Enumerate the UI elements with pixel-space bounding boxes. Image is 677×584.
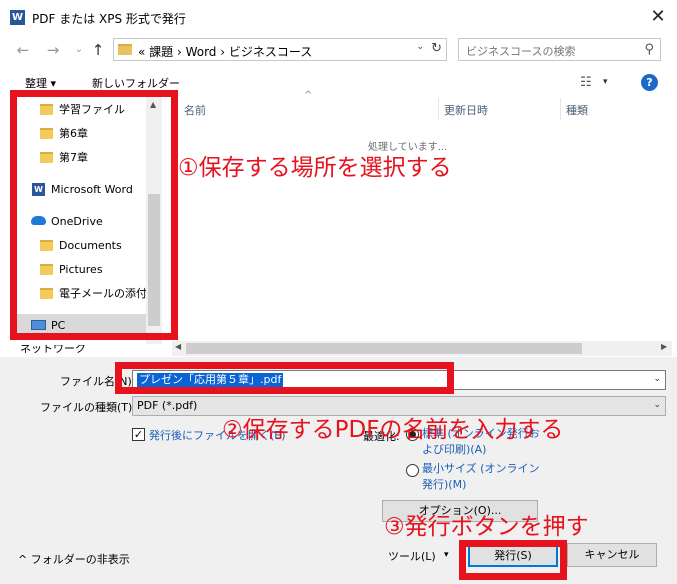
tree-item-label: PC — [51, 319, 66, 332]
view-options-icon[interactable]: ☷ — [580, 75, 592, 90]
tree-item-label: Documents — [59, 239, 122, 252]
scroll-left-icon[interactable]: ◀ — [175, 342, 181, 351]
hide-folders-toggle[interactable]: ^ フォルダーの非表示 — [18, 551, 130, 567]
cancel-button[interactable]: キャンセル — [567, 543, 657, 567]
chevron-down-icon[interactable]: ⌄ — [653, 374, 661, 384]
tree-item-network[interactable]: ネットワーク — [20, 345, 170, 357]
search-placeholder: ビジネスコースの検索 — [466, 45, 576, 58]
tree-item-chapter-6[interactable]: 第6章 — [16, 122, 146, 146]
folder-icon — [40, 264, 53, 275]
folder-icon — [40, 288, 53, 299]
tree-item-email-attachments[interactable]: 電子メールの添付フ — [16, 282, 158, 306]
tree-item-label: Pictures — [59, 263, 103, 276]
file-list[interactable]: ^ 名前 更新日時 種類 処理しています... — [172, 90, 672, 356]
folder-icon — [40, 240, 53, 251]
filetype-value: PDF (*.pdf) — [137, 399, 198, 412]
help-icon[interactable]: ? — [641, 74, 658, 91]
column-divider[interactable] — [438, 98, 439, 120]
new-folder-button[interactable]: 新しいフォルダー — [92, 75, 180, 91]
column-divider[interactable] — [560, 98, 561, 120]
tree-item-label: 学習ファイル — [59, 103, 125, 116]
address-bar[interactable]: « 課題 › Word › ビジネスコース ⌄ ↻ — [113, 38, 447, 61]
open-after-publish-checkbox[interactable]: ✓ — [132, 428, 145, 441]
tree-item-label: 第6章 — [59, 127, 88, 140]
refresh-icon[interactable]: ↻ — [431, 41, 442, 56]
sort-ascending-icon: ^ — [304, 90, 313, 101]
up-arrow-icon[interactable]: ↑ — [89, 40, 107, 60]
tree-item-chapter-7[interactable]: 第7章 — [16, 146, 146, 170]
chevron-down-icon[interactable]: ⌄ — [416, 42, 424, 52]
tree-scrollbar[interactable]: ▲ ▼ — [146, 96, 162, 344]
tree-item-pc[interactable]: PC — [16, 314, 146, 338]
optimize-minimum-label[interactable]: 最小サイズ (オンライン発行)(M) — [422, 461, 548, 493]
scroll-up-icon[interactable]: ▲ — [150, 100, 156, 109]
optimize-minimum-radio[interactable] — [406, 464, 419, 477]
toolbar: 整理 ▾ 新しいフォルダー ☷ ▾ — [0, 70, 677, 96]
column-header-modified[interactable]: 更新日時 — [444, 102, 488, 118]
back-arrow-icon[interactable]: ← — [14, 40, 32, 60]
tools-menu[interactable]: ツール(L) — [388, 548, 436, 564]
folder-icon — [40, 152, 53, 163]
tree-item-documents[interactable]: Documents — [16, 234, 146, 258]
breadcrumb[interactable]: « 課題 › Word › ビジネスコース — [138, 43, 312, 60]
tree-item-label: ネットワーク — [20, 345, 86, 355]
tree-item-onedrive[interactable]: OneDrive — [16, 210, 146, 234]
onedrive-cloud-icon — [31, 216, 46, 225]
tree-item-label: 第7章 — [59, 151, 88, 164]
word-app-icon: W — [10, 10, 25, 25]
scroll-down-icon[interactable]: ▼ — [150, 332, 156, 341]
pc-icon — [31, 320, 46, 330]
annotation-step-3: ③発行ボタンを押す — [384, 514, 589, 540]
scrollbar-thumb[interactable] — [148, 194, 160, 326]
recent-locations-icon[interactable]: ⌄ — [70, 40, 88, 60]
chevron-down-icon[interactable]: ▾ — [444, 550, 449, 560]
filetype-label: ファイルの種類(T): — [40, 401, 137, 414]
filename-label: ファイル名(N): — [60, 375, 136, 388]
filename-value[interactable]: プレゼン「応用第５章」.pdf — [137, 373, 284, 387]
scrollbar-thumb[interactable] — [186, 343, 582, 354]
file-list-hscrollbar[interactable]: ◀ ▶ — [172, 341, 672, 356]
tree-item-microsoft-word[interactable]: W Microsoft Word — [16, 178, 146, 202]
tree-item-pictures[interactable]: Pictures — [16, 258, 146, 282]
folder-icon — [40, 104, 53, 115]
filename-field[interactable]: プレゼン「応用第５章」.pdf ⌄ — [132, 370, 666, 390]
search-input[interactable]: ビジネスコースの検索 ⚲ — [458, 38, 661, 61]
folder-icon — [118, 44, 132, 55]
chevron-down-icon[interactable]: ▾ — [603, 77, 608, 87]
column-header-type[interactable]: 種類 — [566, 102, 588, 118]
organize-menu[interactable]: 整理 ▾ — [25, 75, 56, 91]
tree-item-label: 電子メールの添付フ — [59, 287, 158, 300]
title-bar: W PDF または XPS 形式で発行 ✕ — [0, 0, 677, 34]
publish-button[interactable]: 発行(S) — [468, 543, 558, 567]
annotation-step-1: ①保存する場所を選択する — [178, 155, 452, 181]
window-title: PDF または XPS 形式で発行 — [32, 12, 186, 26]
folder-icon — [40, 128, 53, 139]
tree-item-label: OneDrive — [51, 215, 103, 228]
navigation-tree: 学習ファイル 第6章 第7章 W Microsoft Word OneDrive… — [16, 96, 162, 344]
search-icon[interactable]: ⚲ — [644, 42, 654, 57]
scroll-right-icon[interactable]: ▶ — [661, 342, 667, 351]
close-icon[interactable]: ✕ — [647, 6, 669, 28]
column-header-name[interactable]: 名前 — [184, 102, 206, 118]
chevron-down-icon[interactable]: ⌄ — [653, 400, 661, 410]
forward-arrow-icon[interactable]: → — [44, 40, 62, 60]
tree-item-label: Microsoft Word — [51, 183, 133, 196]
tree-item-study-files[interactable]: 学習ファイル — [16, 98, 146, 122]
annotation-step-2: ②保存するPDFの名前を入力する — [222, 417, 564, 443]
word-icon: W — [32, 183, 45, 196]
